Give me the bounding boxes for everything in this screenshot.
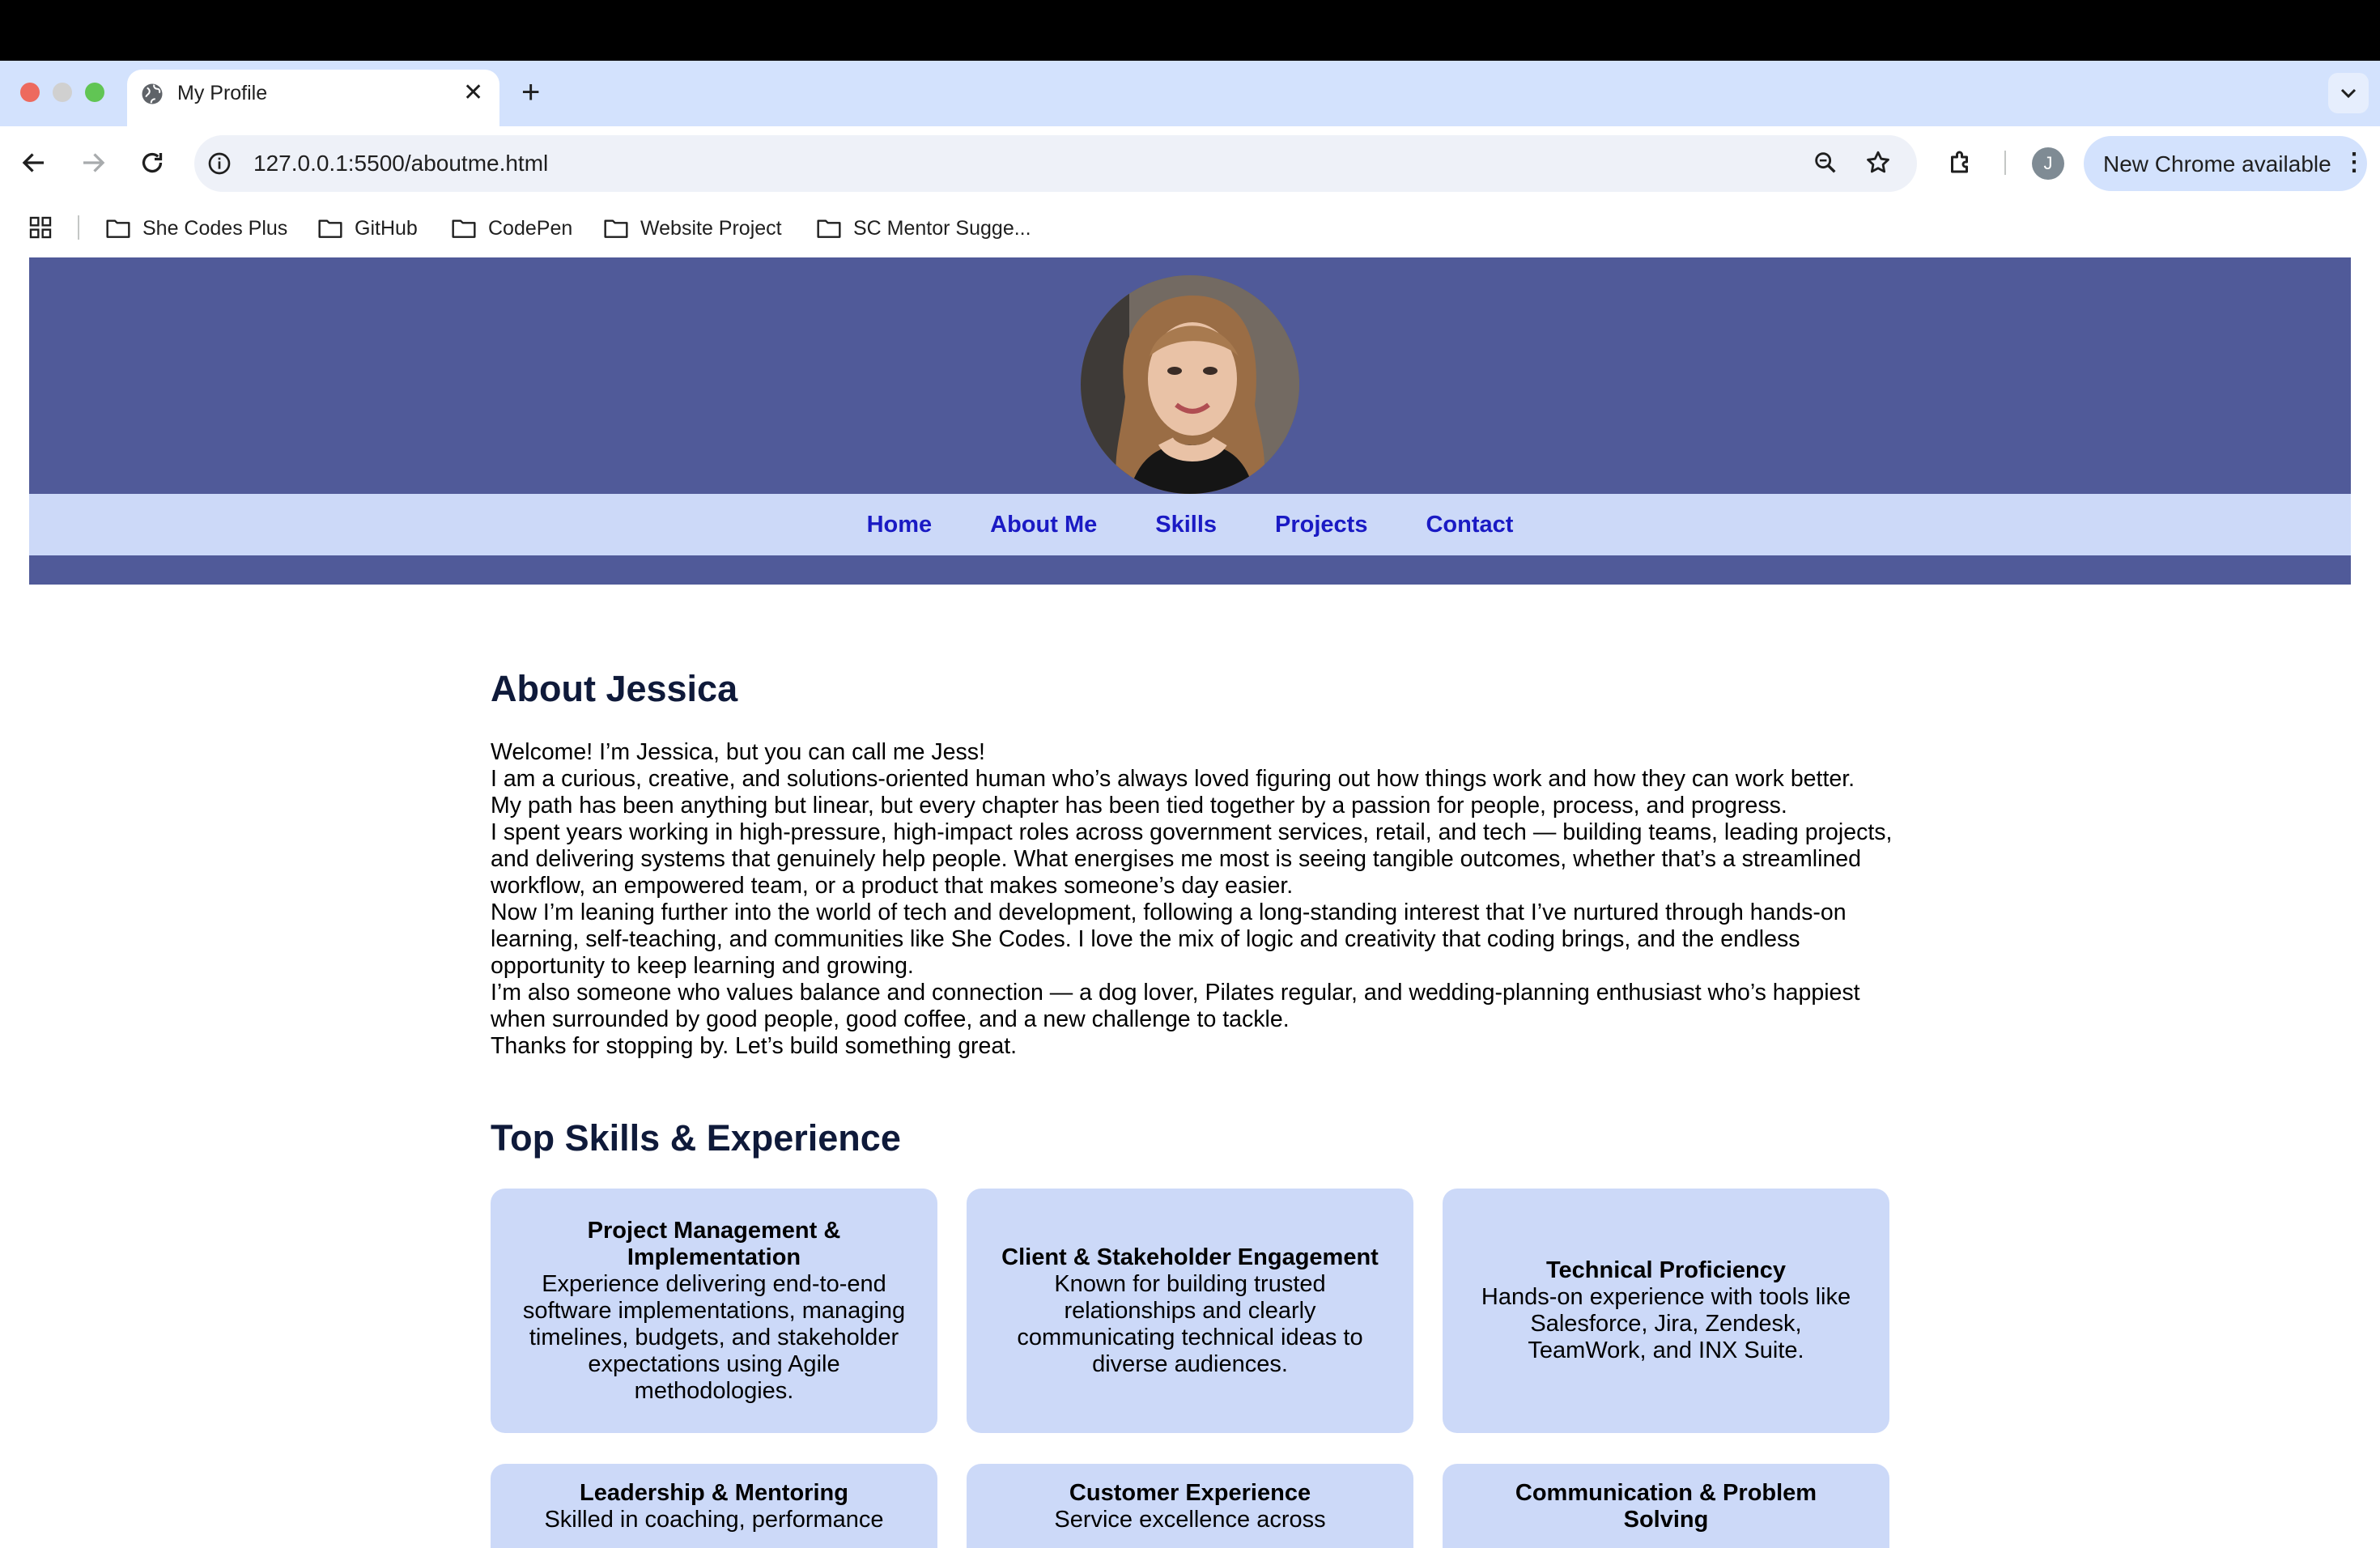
- bookmark-she-codes-plus[interactable]: She Codes Plus: [105, 212, 287, 245]
- minimize-window-button[interactable]: [53, 83, 72, 102]
- skill-card-title: Leadership & Mentoring: [580, 1480, 848, 1506]
- nav-link-about-me[interactable]: About Me: [990, 512, 1097, 538]
- forward-arrow-icon[interactable]: [79, 148, 108, 177]
- header-bottom-band: [29, 555, 2351, 585]
- folder-icon: [604, 219, 628, 238]
- system-top-bar: [0, 0, 2380, 61]
- bookmarks-divider: [78, 215, 79, 240]
- skill-card: Client & Stakeholder Engagement Known fo…: [967, 1189, 1413, 1433]
- new-tab-button[interactable]: +: [521, 74, 540, 110]
- skill-card: Technical Proficiency Hands-on experienc…: [1443, 1189, 1889, 1433]
- back-arrow-icon[interactable]: [19, 148, 49, 177]
- skill-card-title: Customer Experience: [1069, 1480, 1311, 1506]
- maximize-window-button[interactable]: [85, 83, 104, 102]
- bookmark-website-project[interactable]: Website Project: [603, 212, 782, 245]
- reload-icon[interactable]: [138, 148, 167, 177]
- bookmark-star-icon[interactable]: [1864, 149, 1892, 176]
- bookmark-label: Website Project: [640, 216, 782, 240]
- folder-icon: [318, 219, 342, 238]
- skill-card: Communication & Problem Solving: [1443, 1464, 1889, 1548]
- bookmark-github[interactable]: GitHub: [317, 212, 418, 245]
- chrome-update-label: New Chrome available: [2103, 151, 2331, 176]
- skill-card-text: Service excellence across: [1054, 1507, 1326, 1533]
- folder-icon: [106, 219, 130, 238]
- chevron-down-icon: [2340, 88, 2357, 99]
- zoom-icon[interactable]: [1812, 149, 1839, 176]
- about-heading: About Jessica: [491, 668, 738, 709]
- tab-search-button[interactable]: [2328, 73, 2369, 113]
- bookmark-sc-mentor[interactable]: SC Mentor Sugge...: [816, 212, 1031, 245]
- profile-photo: [1081, 275, 1299, 494]
- nav-link-skills[interactable]: Skills: [1155, 512, 1217, 538]
- skill-card-text: Experience delivering end-to-end softwar…: [522, 1270, 906, 1404]
- bookmark-label: GitHub: [355, 216, 418, 240]
- skill-card-text: Skilled in coaching, performance: [544, 1507, 884, 1533]
- apps-grid-icon[interactable]: [28, 215, 53, 240]
- skill-card: Customer Experience Service excellence a…: [967, 1464, 1413, 1548]
- skill-card-title: Communication & Problem Solving: [1515, 1480, 1817, 1533]
- skill-card-title: Project Management & Implementation: [587, 1217, 841, 1270]
- skills-heading: Top Skills & Experience: [491, 1117, 901, 1159]
- url-text[interactable]: 127.0.0.1:5500/aboutme.html: [253, 148, 548, 179]
- site-info-icon[interactable]: [206, 151, 232, 176]
- skill-card-title: Client & Stakeholder Engagement: [1001, 1244, 1379, 1270]
- chrome-menu-icon[interactable]: ⋮: [2342, 148, 2366, 177]
- about-paragraph: Welcome! I’m Jessica, but you can call m…: [491, 739, 985, 765]
- bookmark-label: CodePen: [488, 216, 573, 240]
- globe-icon: [140, 82, 164, 106]
- close-window-button[interactable]: [20, 83, 40, 102]
- about-paragraph: I’m also someone who values balance and …: [491, 980, 1860, 1032]
- about-paragraph: Now I’m leaning further into the world o…: [491, 899, 1847, 979]
- extensions-icon[interactable]: [1946, 147, 1975, 176]
- about-paragraph: Thanks for stopping by. Let’s build some…: [491, 1033, 1018, 1059]
- tab-title: My Profile: [177, 82, 268, 104]
- skill-card: Project Management & Implementation Expe…: [491, 1189, 937, 1433]
- about-paragraph: I am a curious, creative, and solutions-…: [491, 766, 1855, 792]
- bookmark-label: SC Mentor Sugge...: [853, 216, 1031, 240]
- folder-icon: [452, 219, 476, 238]
- nav-link-projects[interactable]: Projects: [1275, 512, 1367, 538]
- skill-card-title: Technical Proficiency: [1545, 1257, 1787, 1283]
- bookmark-codepen[interactable]: CodePen: [451, 212, 572, 245]
- skill-card-text: Hands-on experience with tools like Sale…: [1481, 1284, 1851, 1363]
- bookmark-label: She Codes Plus: [142, 216, 288, 240]
- nav-link-contact[interactable]: Contact: [1426, 512, 1513, 538]
- about-paragraph: I spent years working in high-pressure, …: [491, 819, 1893, 899]
- nav-link-home[interactable]: Home: [867, 512, 933, 538]
- about-paragraph: My path has been anything but linear, bu…: [491, 793, 1787, 819]
- main-navigation: Home About Me Skills Projects Contact: [29, 494, 2351, 555]
- folder-icon: [817, 219, 841, 238]
- toolbar-divider: [2004, 151, 2006, 175]
- skill-card: Leadership & Mentoring Skilled in coachi…: [491, 1464, 937, 1548]
- about-body: Welcome! I’m Jessica, but you can call m…: [491, 739, 1899, 1060]
- profile-avatar[interactable]: J: [2032, 147, 2064, 180]
- tab-close-icon[interactable]: ✕: [463, 80, 483, 106]
- skill-card-text: Known for building trusted relationships…: [1017, 1270, 1363, 1377]
